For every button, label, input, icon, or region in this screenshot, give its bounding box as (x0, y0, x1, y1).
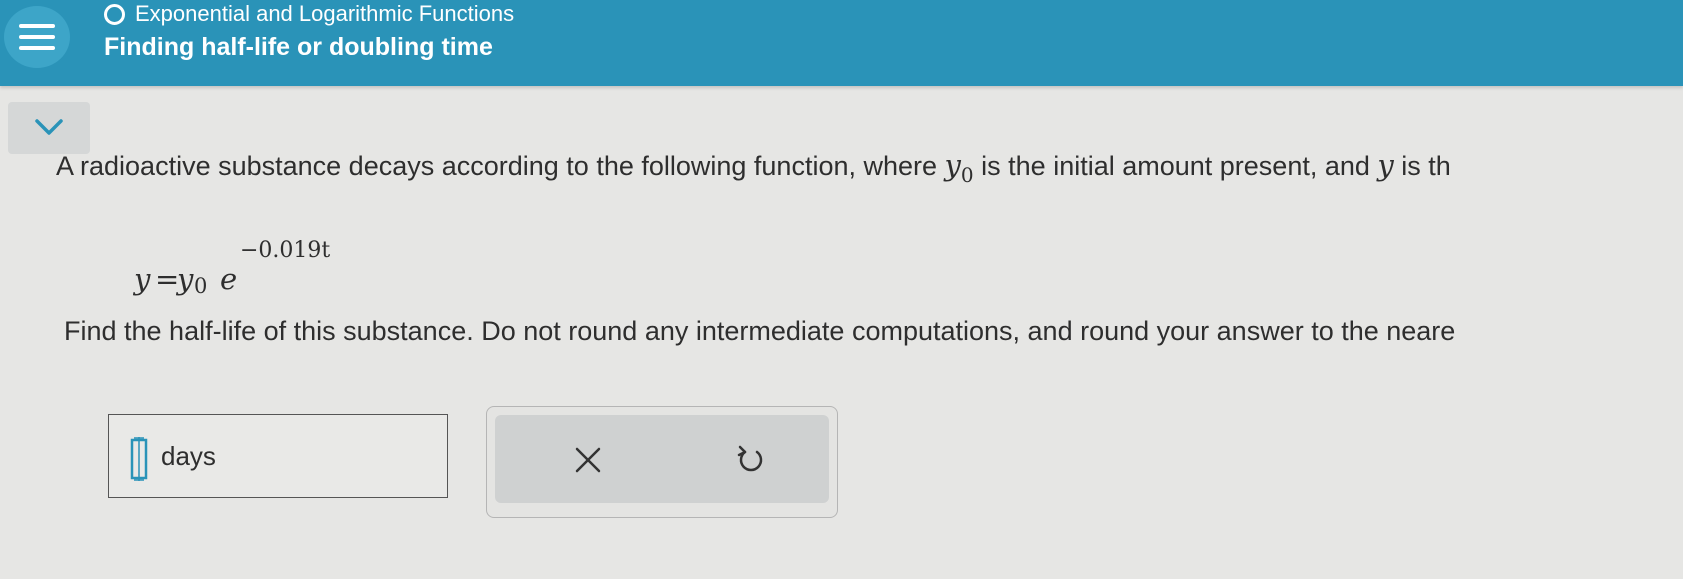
decay-formula: y = y 0 e −0.019t (134, 238, 331, 298)
collapse-button[interactable] (8, 102, 90, 154)
text-cursor-icon (130, 437, 148, 481)
page-title: Finding half-life or doubling time (104, 33, 493, 61)
var-y: y (1377, 148, 1394, 182)
question-text: A radioactive substance decays according… (56, 148, 1451, 187)
breadcrumb: Exponential and Logarithmic Functions (104, 1, 515, 26)
action-panel (486, 406, 838, 518)
action-buttons (495, 415, 829, 503)
formula-exponent: −0.019t (240, 238, 331, 263)
answer-input[interactable]: days (108, 414, 448, 498)
header-bar: Exponential and Logarithmic Functions Fi… (0, 0, 1683, 86)
var-y0: y0 (944, 148, 974, 187)
undo-icon[interactable] (735, 443, 767, 475)
close-icon[interactable] (573, 445, 603, 475)
answer-unit: days (161, 441, 216, 471)
instruction-text: Find the half-life of this substance. Do… (64, 316, 1456, 346)
topic-circle-icon (104, 3, 125, 25)
topic-title: Exponential and Logarithmic Functions (135, 1, 515, 26)
chevron-down-icon (35, 119, 63, 135)
menu-icon[interactable] (4, 6, 70, 68)
